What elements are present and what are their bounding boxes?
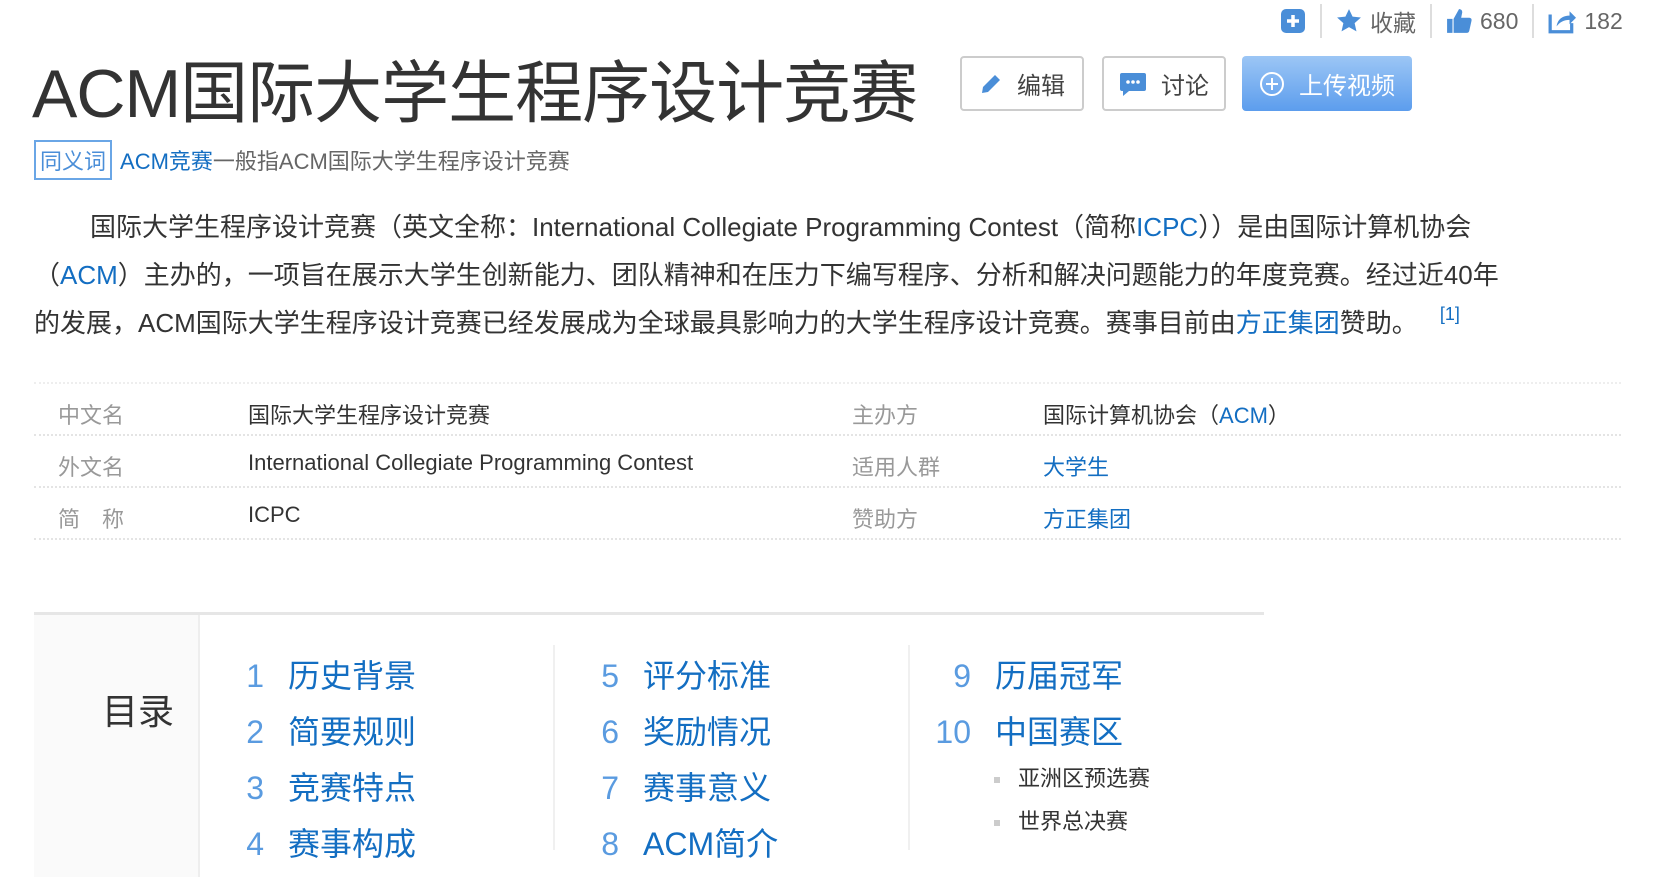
edit-button[interactable]: 编辑 — [960, 56, 1084, 111]
toc-header: 目录 — [34, 615, 200, 877]
toc-number: 5 — [601, 658, 619, 694]
action-bar: 收藏 680 182 — [1280, 4, 1623, 38]
thumbs-up-icon — [1447, 9, 1472, 33]
divider — [1320, 4, 1322, 38]
acm-link[interactable]: ACM — [60, 260, 118, 290]
discuss-button[interactable]: 讨论 — [1102, 56, 1226, 111]
share-icon — [1548, 11, 1577, 34]
toc-label: 中国赛区 — [995, 714, 1124, 750]
share-count: 182 — [1584, 7, 1623, 34]
basic-info-table: 中文名 国际大学生程序设计竞赛 主办方 国际计算机协会（ACM） 外文名 Int… — [34, 382, 1621, 540]
text: 的发展，ACM国际大学生程序设计竞赛已经发展成为全球最具影响力的大学生程序设计竞… — [34, 308, 1236, 338]
text: 赞助。 — [1339, 308, 1418, 338]
toc-label: 赛事意义 — [643, 770, 772, 806]
table-of-contents: 目录 1 历史背景 2 简要规则 3 竞赛特点 4 赛事构成 5 评分标准 6 奖励情况 7 赛事意义 8 A… — [34, 612, 1264, 877]
summary-line-3: 的发展，ACM国际大学生程序设计竞赛已经发展成为全球最具影响力的大学生程序设计竞… — [34, 303, 1460, 340]
toc-title: 目录 — [102, 691, 175, 732]
toc-item[interactable]: 5 评分标准 — [579, 651, 771, 697]
acm-link[interactable]: ACM — [1219, 403, 1268, 428]
plus-icon — [1281, 9, 1305, 33]
synonym-link[interactable]: ACM竞赛 — [120, 144, 213, 176]
synonym-badge: 同义词 — [34, 140, 113, 180]
toc-number: 3 — [246, 770, 264, 806]
toc-item[interactable]: 1 历史背景 — [224, 651, 416, 697]
bullet-icon — [994, 820, 1000, 827]
share-button[interactable]: 182 — [1548, 7, 1623, 35]
toc-number: 10 — [935, 714, 971, 750]
divider — [1430, 4, 1432, 38]
toc-subitem-label: 世界总决赛 — [1018, 809, 1129, 834]
info-label: 主办方 — [852, 403, 919, 428]
toc-item[interactable]: 2 简要规则 — [224, 707, 416, 753]
synonym-text: 一般指ACM国际大学生程序设计竞赛 — [212, 149, 570, 174]
info-label: 中文名 — [58, 403, 125, 428]
info-value: ICPC — [248, 502, 301, 527]
text: （ — [34, 260, 61, 290]
like-button[interactable]: 680 — [1446, 8, 1518, 35]
upload-label: 上传视频 — [1299, 73, 1395, 100]
toc-item[interactable]: 9 历届冠军 — [931, 651, 1123, 697]
toc-number: 8 — [601, 826, 619, 862]
info-label: 简 称 — [58, 507, 125, 532]
text: 国际大学生程序设计竞赛（英文全称：International Collegiat… — [90, 212, 1137, 242]
info-row: 外文名 International Collegiate Programming… — [34, 436, 1621, 488]
toc-label: 赛事构成 — [288, 826, 417, 862]
edit-label: 编辑 — [1017, 73, 1065, 100]
bullet-icon — [994, 777, 1000, 784]
toc-label: 简要规则 — [288, 714, 417, 750]
toc-label: 奖励情况 — [643, 714, 772, 750]
synonym-row: 同义词 ACM竞赛 一般指ACM国际大学生程序设计竞赛 — [34, 140, 570, 180]
like-count: 680 — [1480, 7, 1519, 34]
audience-link[interactable]: 大学生 — [1043, 450, 1109, 482]
text: ）主办的，一项旨在展示大学生创新能力、团队精神和在压力下编写程序、分析和解决问题… — [117, 260, 1499, 290]
info-value: 国际大学生程序设计竞赛 — [248, 403, 491, 428]
toc-item[interactable]: 8 ACM简介 — [579, 819, 778, 865]
info-row: 中文名 国际大学生程序设计竞赛 主办方 国际计算机协会（ACM） — [34, 384, 1621, 436]
toc-number: 6 — [601, 714, 619, 750]
divider — [1532, 4, 1535, 38]
toc-number: 1 — [246, 658, 264, 694]
summary-line-2: （ACM）主办的，一项旨在展示大学生创新能力、团队精神和在压力下编写程序、分析和… — [34, 255, 1499, 292]
toc-number: 7 — [601, 770, 619, 806]
upload-video-button[interactable]: 上传视频 — [1242, 56, 1412, 111]
founder-group-link[interactable]: 方正集团 — [1236, 308, 1340, 338]
toc-item[interactable]: 4 赛事构成 — [224, 819, 416, 865]
discuss-label: 讨论 — [1161, 73, 1209, 100]
toc-label: ACM简介 — [643, 826, 779, 862]
info-label: 赞助方 — [852, 507, 919, 532]
text: ））是由国际计算机协会 — [1198, 212, 1472, 242]
info-value: ） — [1267, 403, 1290, 428]
toc-label: 历届冠军 — [995, 658, 1124, 694]
info-label: 适用人群 — [852, 455, 941, 480]
info-value: International Collegiate Programming Con… — [248, 450, 694, 475]
comment-icon — [1120, 72, 1146, 96]
favorite-label: 收藏 — [1370, 10, 1416, 36]
toc-subitem[interactable]: 世界总决赛 — [994, 804, 1128, 836]
plus-circle-icon — [1260, 71, 1284, 96]
toc-label: 评分标准 — [643, 658, 772, 694]
toc-item[interactable]: 7 赛事意义 — [579, 763, 771, 809]
icpc-link[interactable]: ICPC — [1136, 212, 1198, 242]
summary-line-1: 国际大学生程序设计竞赛（英文全称：International Collegiat… — [90, 207, 1471, 244]
reference-link[interactable]: [1] — [1440, 304, 1460, 324]
page-title: ACM国际大学生程序设计竞赛 — [32, 56, 918, 132]
toc-item[interactable]: 3 竞赛特点 — [224, 763, 416, 809]
toc-number: 2 — [246, 714, 264, 750]
toc-number: 4 — [246, 826, 264, 862]
toc-item[interactable]: 6 奖励情况 — [579, 707, 771, 753]
pencil-icon — [982, 74, 1000, 93]
favorite-button[interactable]: 收藏 — [1336, 4, 1416, 38]
info-label: 外文名 — [58, 455, 125, 480]
info-row: 简 称 ICPC 赞助方 方正集团 — [34, 488, 1621, 540]
toc-subitem[interactable]: 亚洲区预选赛 — [994, 761, 1150, 793]
star-icon — [1337, 9, 1361, 32]
toc-label: 历史背景 — [288, 658, 417, 694]
toc-subitem-label: 亚洲区预选赛 — [1018, 766, 1151, 791]
info-value: 国际计算机协会（ — [1043, 403, 1220, 428]
sponsor-link[interactable]: 方正集团 — [1043, 502, 1131, 534]
toc-number: 9 — [953, 658, 971, 694]
toc-item[interactable]: 10 中国赛区 — [931, 707, 1123, 753]
add-button[interactable] — [1280, 8, 1306, 34]
toc-label: 竞赛特点 — [288, 770, 417, 806]
